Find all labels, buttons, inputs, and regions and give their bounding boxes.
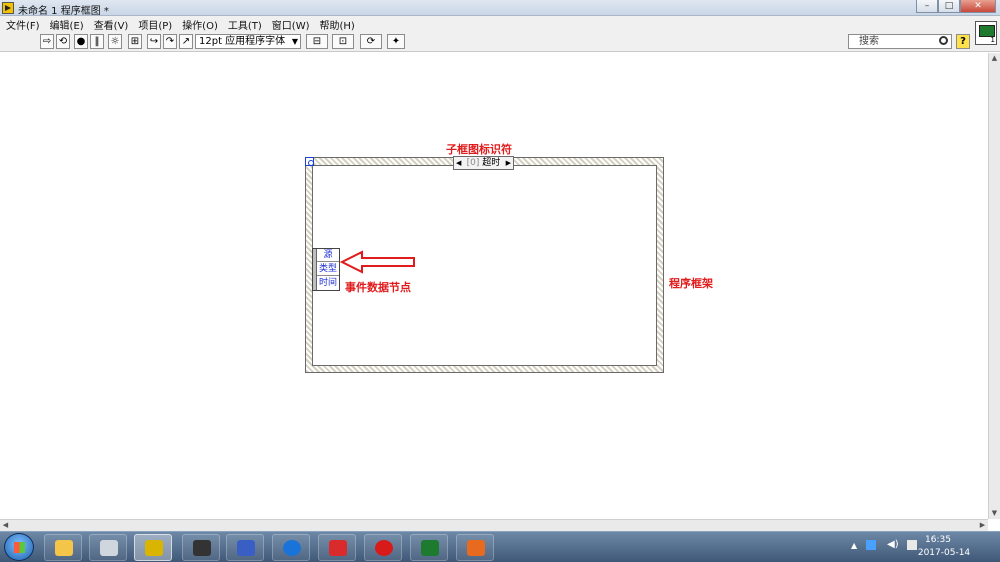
start-button[interactable]: [4, 533, 34, 561]
opera-icon: [375, 540, 393, 556]
red-arrow-icon: [340, 250, 415, 274]
scroll-up-icon[interactable]: ▲: [989, 53, 1000, 64]
search-input[interactable]: 搜索: [848, 34, 952, 49]
taskbar-labview[interactable]: [134, 534, 172, 561]
tray-expand-icon[interactable]: ▲: [851, 541, 861, 551]
search-icon[interactable]: [939, 36, 948, 45]
font-select-value: 12pt 应用程序字体: [199, 36, 286, 47]
taskbar-app-red[interactable]: [318, 534, 356, 561]
red-app-icon: [329, 540, 347, 556]
taskbar-chip-app[interactable]: [182, 534, 220, 561]
close-button[interactable]: ✕: [960, 0, 996, 13]
teamviewer-icon: [283, 540, 301, 556]
distribute-objects-icon[interactable]: ⊡: [332, 34, 354, 49]
window-controls: – □ ✕: [916, 0, 996, 13]
maximize-button[interactable]: □: [938, 0, 960, 13]
retain-wire-values-icon[interactable]: ⊞: [128, 34, 142, 49]
step-over-icon[interactable]: ↷: [163, 34, 177, 49]
taskbar: ▲ ◀) 16:35 2017-05-14: [0, 531, 1000, 562]
event-data-node[interactable]: 源 类型 时间: [312, 248, 340, 291]
data-node-source[interactable]: 源: [317, 249, 339, 262]
clean-up-diagram-icon[interactable]: ✦: [387, 34, 405, 49]
selector-label: 超时: [482, 158, 501, 168]
abort-icon[interactable]: ●: [74, 34, 88, 49]
menu-help[interactable]: 帮助(H): [320, 17, 355, 32]
scroll-right-icon[interactable]: ▶: [977, 520, 988, 531]
taskbar-explorer[interactable]: [44, 534, 82, 561]
title-bar: 未命名 1 程序框图 * – □ ✕: [0, 0, 1000, 17]
clock-date[interactable]: 2017-05-14: [914, 548, 974, 558]
taskbar-calculator[interactable]: [89, 534, 127, 561]
taskbar-teamviewer[interactable]: [272, 534, 310, 561]
selector-prev-icon[interactable]: ◀: [456, 157, 461, 169]
help-button[interactable]: ?: [956, 34, 970, 49]
menu-bar: 文件(F) 编辑(E) 查看(V) 项目(P) 操作(O) 工具(T) 窗口(W…: [0, 16, 1000, 32]
menu-project[interactable]: 项目(P): [138, 17, 172, 32]
minimize-button[interactable]: –: [916, 0, 938, 13]
selector-index: [0]: [466, 158, 480, 168]
calculator-icon: [100, 540, 118, 556]
scroll-down-icon[interactable]: ▼: [989, 508, 1000, 519]
run-arrow-icon[interactable]: ⇨: [40, 34, 54, 49]
volume-icon[interactable]: ◀): [887, 539, 899, 550]
labview-app-icon: [2, 2, 14, 14]
vertical-scrollbar[interactable]: ▲ ▼: [988, 53, 1000, 519]
taskbar-opera[interactable]: [364, 534, 402, 561]
labview-icon: [145, 540, 163, 556]
taskbar-presentation[interactable]: [456, 534, 494, 561]
tray-app-icon[interactable]: [866, 540, 876, 550]
menu-operate[interactable]: 操作(O): [182, 17, 218, 32]
clock-time[interactable]: 16:35: [918, 535, 958, 545]
pause-icon[interactable]: ‖: [90, 34, 104, 49]
step-into-icon[interactable]: ↪: [147, 34, 161, 49]
toolbar: ⇨ ⟲ ● ‖ ☼ ⊞ ↪ ↷ ↗ 12pt 应用程序字体 ▼ ⊟ ⊡ ⟳ ✦ …: [0, 32, 1000, 52]
presentation-icon: [467, 540, 485, 556]
timeout-terminal-icon[interactable]: [305, 157, 314, 166]
align-objects-icon[interactable]: ⊟: [306, 34, 328, 49]
font-select[interactable]: 12pt 应用程序字体 ▼: [195, 34, 301, 49]
taskbar-image-app[interactable]: [410, 534, 448, 561]
step-out-icon[interactable]: ↗: [179, 34, 193, 49]
selector-next-icon[interactable]: ▶: [506, 157, 511, 169]
highlight-execution-icon[interactable]: ☼: [108, 34, 122, 49]
serial-port-icon: [237, 540, 255, 556]
taskbar-serial-app[interactable]: [226, 534, 264, 561]
chip-icon: [193, 540, 211, 556]
chevron-down-icon: ▼: [291, 37, 298, 46]
data-node-annotation: 事件数据节点: [345, 281, 411, 294]
menu-tools[interactable]: 工具(T): [228, 17, 262, 32]
subdiagram-selector[interactable]: ◀ [0] 超时 ▶: [453, 156, 514, 170]
reorder-icon[interactable]: ⟳: [360, 34, 382, 49]
horizontal-scrollbar[interactable]: ◀ ▶: [0, 519, 988, 531]
run-continuously-icon[interactable]: ⟲: [56, 34, 70, 49]
vi-icon[interactable]: 1: [975, 21, 997, 45]
folder-icon: [55, 540, 73, 556]
frame-annotation: 程序框架: [669, 277, 713, 290]
menu-edit[interactable]: 编辑(E): [50, 17, 84, 32]
image-app-icon: [421, 540, 439, 556]
menu-file[interactable]: 文件(F): [6, 17, 40, 32]
menu-window[interactable]: 窗口(W): [272, 17, 310, 32]
data-node-type[interactable]: 类型: [317, 263, 339, 276]
search-placeholder: 搜索: [859, 36, 879, 47]
window-title: 未命名 1 程序框图 *: [18, 6, 109, 17]
subframe-id-annotation: 子框图标识符: [446, 143, 512, 156]
vi-icon-badge: 1: [990, 36, 995, 44]
menu-view[interactable]: 查看(V): [94, 17, 129, 32]
scroll-left-icon[interactable]: ◀: [0, 520, 11, 531]
data-node-time[interactable]: 时间: [317, 277, 339, 290]
